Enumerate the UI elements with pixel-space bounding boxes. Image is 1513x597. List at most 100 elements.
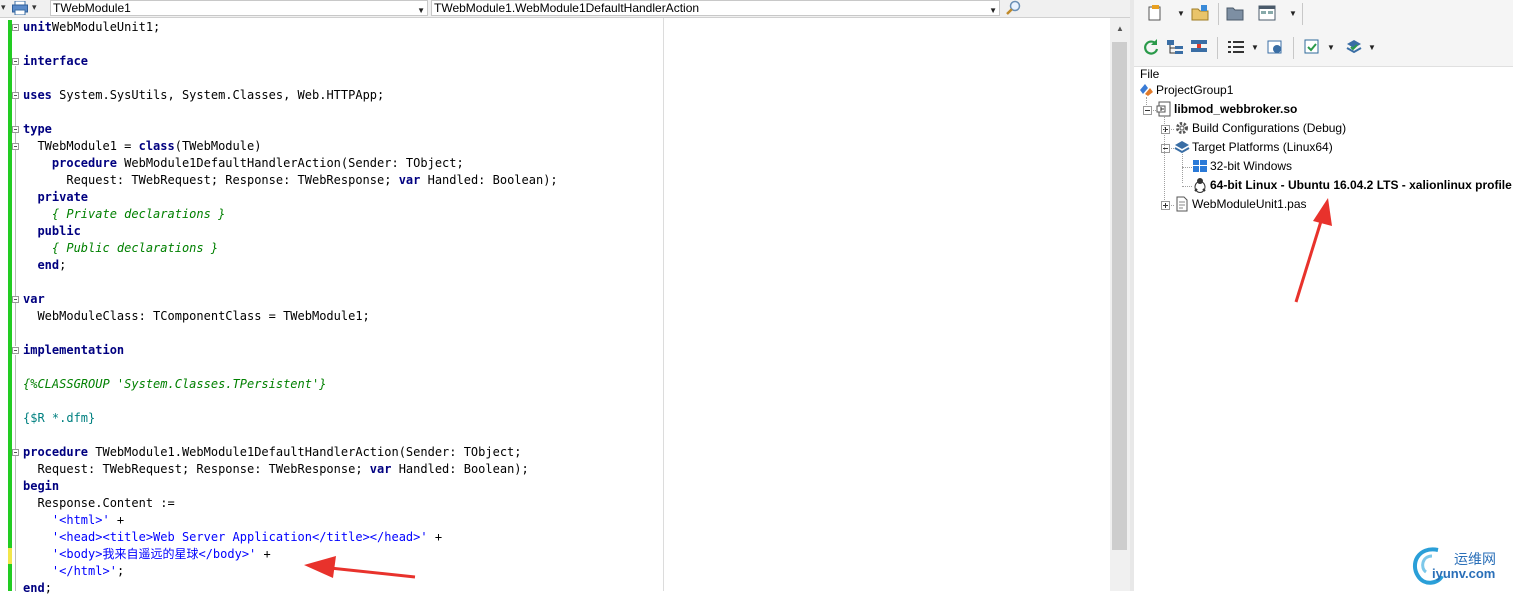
- code-line[interactable]: { Private declarations }: [23, 206, 225, 223]
- chevron-down-icon[interactable]: ▼: [1251, 43, 1259, 52]
- printer-dropdown-arrow-icon[interactable]: ▾: [32, 2, 37, 13]
- method-combo[interactable]: TWebModule1.WebModule1DefaultHandlerActi…: [431, 0, 1000, 16]
- code-line[interactable]: begin: [23, 478, 59, 495]
- compile-icon[interactable]: [1303, 38, 1321, 56]
- code-line[interactable]: end;: [23, 580, 52, 597]
- add-folder-icon[interactable]: [1191, 4, 1209, 22]
- tree-node-label[interactable]: Build Configurations (Debug): [1192, 119, 1346, 138]
- watermark-logo: 运维网 iyunv.com: [1408, 540, 1513, 591]
- chevron-down-icon[interactable]: ▼: [1327, 43, 1335, 52]
- chevron-down-icon[interactable]: ▼: [1368, 43, 1376, 52]
- code-line[interactable]: TWebModule1 = class(TWebModule): [23, 138, 261, 155]
- code-line[interactable]: '</html>';: [23, 563, 124, 580]
- tree-node-label[interactable]: libmod_webbroker.so: [1174, 100, 1297, 119]
- refresh-icon[interactable]: [1142, 38, 1160, 56]
- code-line[interactable]: WebModuleClass: TComponentClass = TWebMo…: [23, 308, 369, 325]
- layout-view-icon[interactable]: [1258, 4, 1276, 22]
- code-line[interactable]: unitWebModuleUnit1;: [23, 19, 160, 36]
- code-line[interactable]: { Public declarations }: [23, 240, 218, 257]
- search-icon[interactable]: [1004, 0, 1022, 16]
- tree-node-label[interactable]: WebModuleUnit1.pas: [1192, 195, 1307, 214]
- platforms-stack-icon: [1174, 139, 1190, 155]
- code-line[interactable]: {%CLASSGROUP 'System.Classes.TPersistent…: [23, 376, 326, 393]
- editor-navigation-bar: ▾ ▾ TWebModule1 ▼ TWebModule1.WebModule1…: [0, 0, 1130, 18]
- code-token: private: [37, 190, 89, 204]
- code-line[interactable]: Response.Content :=: [23, 495, 174, 512]
- open-folder-icon[interactable]: [1226, 4, 1244, 22]
- code-line[interactable]: private: [23, 189, 88, 206]
- code-line[interactable]: end;: [23, 257, 66, 274]
- tree-guide-line: [1146, 97, 1147, 107]
- tree-node-label[interactable]: 64-bit Linux - Ubuntu 16.04.2 LTS - xali…: [1210, 176, 1512, 195]
- toolbar-separator: [1218, 3, 1219, 25]
- code-fold-toggle[interactable]: [12, 347, 19, 354]
- chevron-down-icon[interactable]: ▼: [1289, 9, 1297, 18]
- chevron-down-icon[interactable]: ▼: [1177, 9, 1185, 18]
- tree-collapse-toggle[interactable]: [1161, 144, 1170, 153]
- build-manager-icon[interactable]: [1266, 38, 1284, 56]
- code-line[interactable]: type: [23, 121, 52, 138]
- tree-connector: [1182, 186, 1192, 187]
- code-line[interactable]: public: [23, 223, 80, 240]
- code-token: { Public declarations }: [51, 241, 219, 255]
- code-line[interactable]: var: [23, 291, 45, 308]
- tree-node-label[interactable]: ProjectGroup1: [1156, 81, 1233, 100]
- tree-collapse-toggle[interactable]: [1143, 106, 1152, 115]
- code-token: '<body>我来自遥远的星球</body>': [51, 547, 257, 561]
- list-view-icon[interactable]: [1227, 38, 1245, 56]
- code-line[interactable]: Request: TWebRequest; Response: TWebResp…: [23, 172, 557, 189]
- code-fold-toggle[interactable]: [12, 296, 19, 303]
- pascal-unit-icon: [1174, 196, 1190, 212]
- code-token: var: [369, 462, 392, 476]
- tree-expand-toggle[interactable]: [1161, 125, 1170, 134]
- code-line[interactable]: '<body>我来自遥远的星球</body>' +: [23, 546, 271, 563]
- editor-vertical-scrollbar[interactable]: ▲: [1110, 18, 1130, 591]
- toolbar-dropdown-arrow-icon[interactable]: ▾: [1, 2, 6, 13]
- code-line[interactable]: {$R *.dfm}: [23, 410, 95, 427]
- printer-icon[interactable]: [12, 1, 28, 15]
- code-line[interactable]: Request: TWebRequest; Response: TWebResp…: [23, 461, 528, 478]
- file-column-header: File: [1140, 67, 1160, 81]
- tree-node-label[interactable]: Target Platforms (Linux64): [1192, 138, 1333, 157]
- code-token: +: [427, 530, 443, 544]
- toolbar-separator: [1217, 37, 1218, 59]
- scroll-up-icon[interactable]: ▲: [1116, 24, 1124, 33]
- code-line[interactable]: interface: [23, 53, 88, 70]
- code-line[interactable]: procedure WebModule1DefaultHandlerAction…: [23, 155, 464, 172]
- modified-lines-bar: [8, 20, 12, 548]
- code-fold-toggle[interactable]: [12, 126, 19, 133]
- code-line[interactable]: '<head><title>Web Server Application</ti…: [23, 529, 442, 546]
- new-item-icon[interactable]: [1146, 4, 1164, 22]
- code-line[interactable]: implementation: [23, 342, 124, 359]
- code-token: implementation: [23, 343, 125, 357]
- code-token: ;: [116, 564, 125, 578]
- code-token: unit: [23, 20, 52, 34]
- unsaved-line-marker: [8, 548, 12, 564]
- watermark-domain-text: iyunv.com: [1432, 566, 1496, 581]
- tree-guide-line: [1164, 116, 1165, 202]
- collapse-tree-icon[interactable]: [1190, 38, 1208, 56]
- expand-tree-icon[interactable]: [1166, 38, 1184, 56]
- code-token: {$R *.dfm}: [23, 411, 96, 425]
- code-token: '</html>': [51, 564, 117, 578]
- class-combo[interactable]: TWebModule1 ▼: [50, 0, 428, 16]
- code-fold-toggle[interactable]: [12, 449, 19, 456]
- code-fold-toggle[interactable]: [12, 143, 19, 150]
- code-token: Request: TWebRequest; Response: TWebResp…: [23, 173, 399, 187]
- code-line[interactable]: uses System.SysUtils, System.Classes, We…: [23, 87, 384, 104]
- scrollbar-thumb[interactable]: [1112, 42, 1127, 550]
- code-fold-toggle[interactable]: [12, 58, 19, 65]
- project-manager-toolbar: ▼ ▼ ▼ ▼ ▼: [1134, 0, 1513, 67]
- code-fold-toggle[interactable]: [12, 92, 19, 99]
- code-line[interactable]: '<html>' +: [23, 512, 124, 529]
- tree-node-label[interactable]: 32-bit Windows: [1210, 157, 1292, 176]
- tree-expand-toggle[interactable]: [1161, 201, 1170, 210]
- code-fold-toggle[interactable]: [12, 24, 19, 31]
- swirl-logo-icon: [1412, 547, 1444, 585]
- code-line[interactable]: procedure TWebModule1.WebModule1DefaultH…: [23, 444, 522, 461]
- build-all-icon[interactable]: [1345, 38, 1363, 56]
- code-token: procedure: [51, 156, 117, 170]
